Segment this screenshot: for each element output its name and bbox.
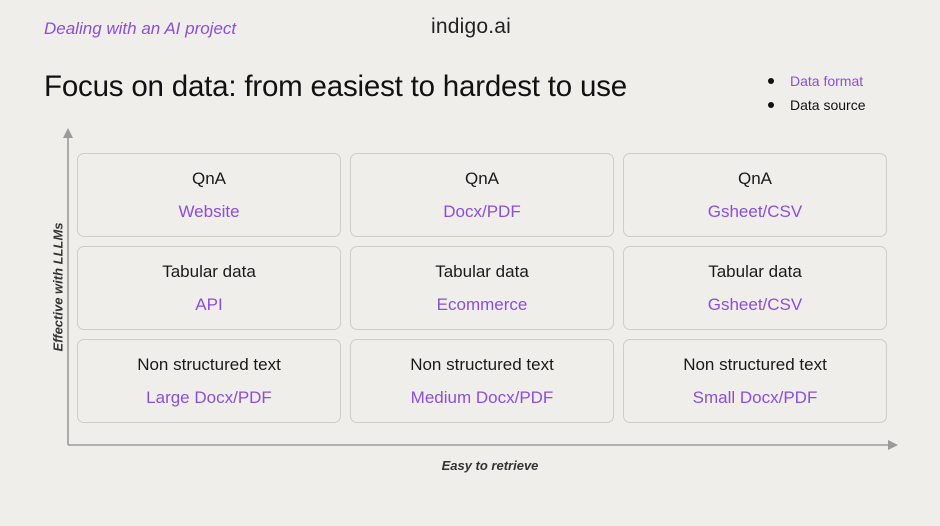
matrix-cell: Tabular data Ecommerce xyxy=(350,246,614,330)
cell-data-format: Non structured text xyxy=(410,354,554,374)
cell-data-source: Website xyxy=(178,201,240,221)
matrix-cell: Tabular data Gsheet/CSV xyxy=(623,246,887,330)
matrix-cell: QnA Docx/PDF xyxy=(350,153,614,237)
cell-data-format: QnA xyxy=(737,168,773,188)
matrix-cell: Tabular data API xyxy=(77,246,341,330)
matrix-cell: Non structured text Large Docx/PDF xyxy=(77,339,341,423)
cell-data-format: Non structured text xyxy=(683,354,827,374)
cell-data-source: Large Docx/PDF xyxy=(146,387,272,407)
cell-data-source: Ecommerce xyxy=(436,294,528,314)
matrix-cell: QnA Gsheet/CSV xyxy=(623,153,887,237)
cell-data-source: Medium Docx/PDF xyxy=(410,387,554,407)
matrix-cell: Non structured text Small Docx/PDF xyxy=(623,339,887,423)
data-matrix: QnA Website QnA Docx/PDF QnA Gsheet/CSV … xyxy=(77,153,888,423)
cell-data-format: Tabular data xyxy=(708,261,802,281)
cell-data-source: Small Docx/PDF xyxy=(692,387,818,407)
x-axis-label: Easy to retrieve xyxy=(441,458,539,473)
cell-data-format: Tabular data xyxy=(435,261,529,281)
cell-data-format: QnA xyxy=(191,168,227,188)
y-axis-arrow xyxy=(63,128,73,138)
cell-data-format: Tabular data xyxy=(162,261,256,281)
cell-data-format: Non structured text xyxy=(137,354,281,374)
y-axis-label: Effective with LLLMs xyxy=(50,222,66,352)
cell-data-source: API xyxy=(195,294,223,314)
cell-data-source: Docx/PDF xyxy=(443,201,521,221)
cell-data-format: QnA xyxy=(464,168,500,188)
matrix-cell: QnA Website xyxy=(77,153,341,237)
matrix-cell: Non structured text Medium Docx/PDF xyxy=(350,339,614,423)
x-axis-arrow xyxy=(888,440,898,450)
cell-data-source: Gsheet/CSV xyxy=(707,294,803,314)
cell-data-source: Gsheet/CSV xyxy=(707,201,803,221)
